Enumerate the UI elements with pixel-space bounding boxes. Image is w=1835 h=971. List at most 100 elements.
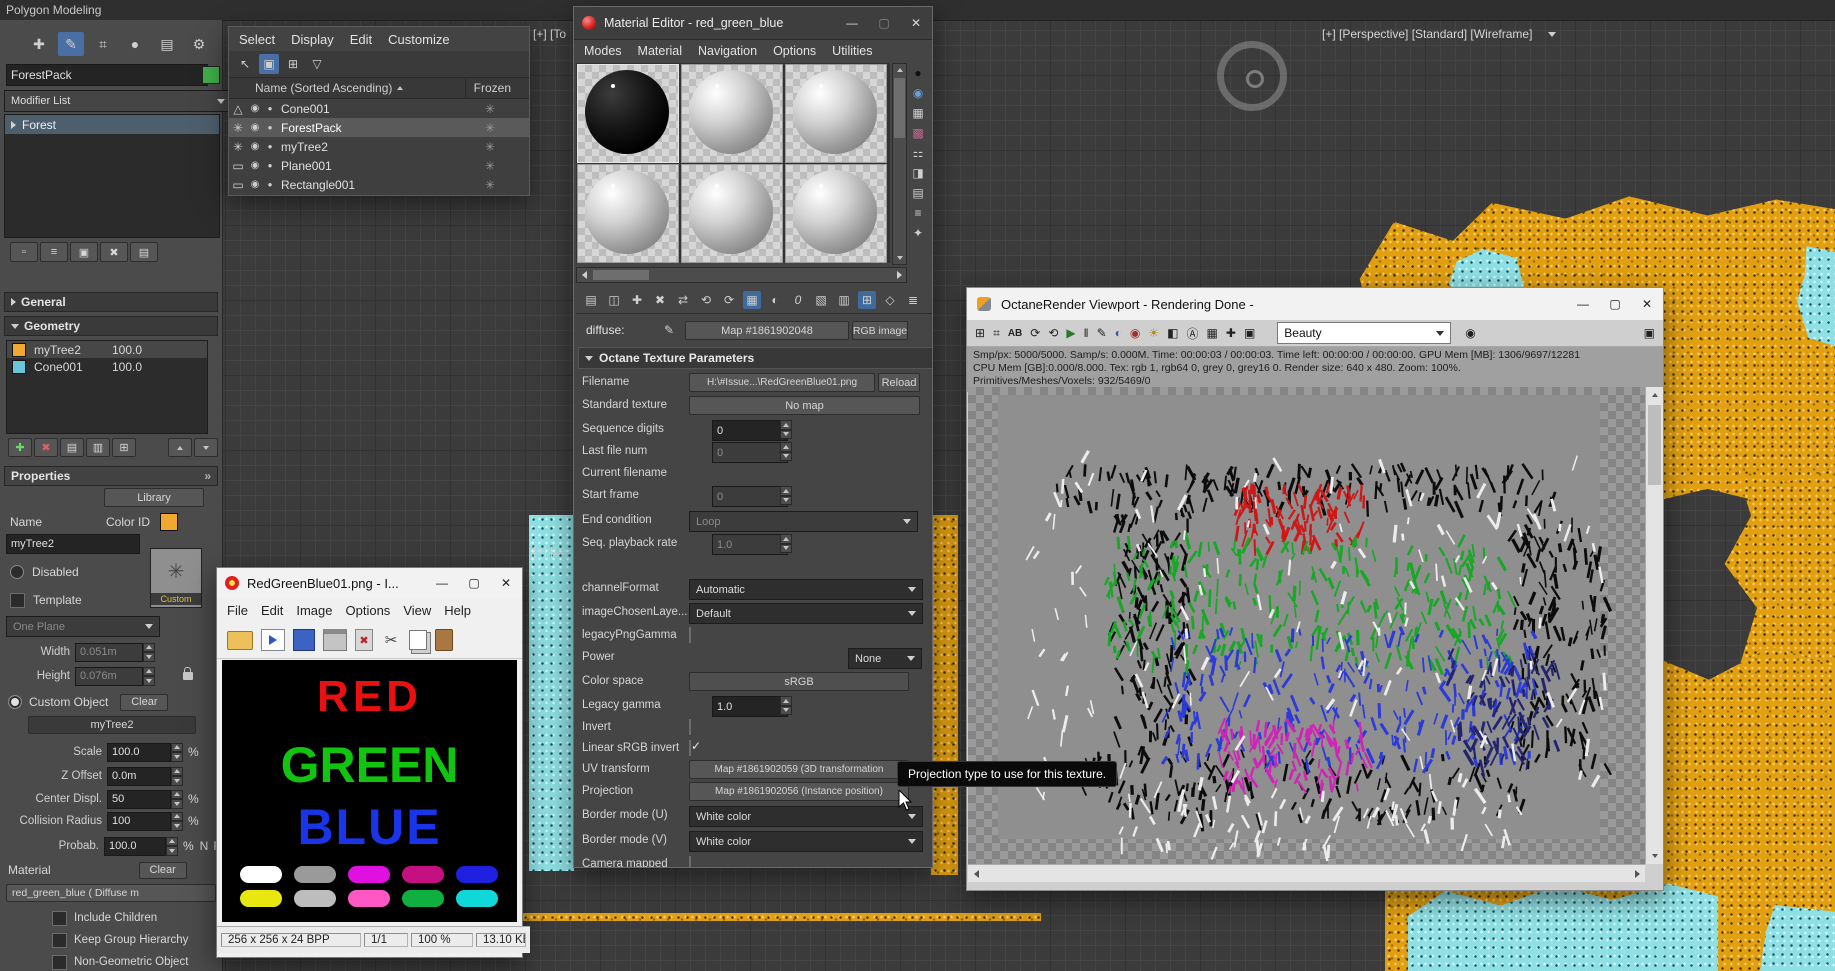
cut-icon[interactable]: ✂ bbox=[381, 630, 401, 650]
channel-format-dropdown[interactable]: Automatic bbox=[689, 579, 923, 600]
visibility-icon[interactable]: ◉ bbox=[247, 103, 263, 114]
menu-navigation[interactable]: Navigation bbox=[698, 44, 757, 58]
modify-tab-icon[interactable]: ✎ bbox=[58, 32, 84, 56]
maximize-button[interactable]: ▢ bbox=[868, 7, 900, 39]
scroll-left-icon[interactable] bbox=[577, 271, 591, 279]
table-row[interactable]: △ ◉ ● Cone001 ✳ bbox=[229, 99, 529, 118]
list-item[interactable]: Cone001 100.0 bbox=[7, 358, 207, 375]
annotation-icon[interactable]: Ⓐ bbox=[1187, 325, 1199, 342]
scale-field[interactable]: 100.0 bbox=[107, 742, 171, 762]
material-slot-3[interactable] bbox=[785, 64, 887, 163]
filename-button[interactable]: H:\#Issue...\RedGreenBlue01.png bbox=[689, 373, 875, 392]
modifier-stack[interactable]: Forest bbox=[4, 114, 220, 238]
menu-help[interactable]: Help bbox=[444, 603, 471, 618]
keep-group-checkbox[interactable] bbox=[52, 932, 67, 948]
scroll-thumb[interactable] bbox=[593, 270, 649, 280]
pick-material-icon[interactable]: ⊞ bbox=[858, 291, 876, 309]
material-id-icon[interactable]: ⟳ bbox=[720, 291, 738, 309]
render-icon[interactable]: ● bbox=[263, 161, 277, 170]
stack-tool-pin-button[interactable]: ▫ bbox=[10, 242, 38, 262]
geometry-rollout-header[interactable]: Geometry bbox=[4, 316, 218, 336]
seq-playback-spinner[interactable] bbox=[780, 534, 792, 553]
object-color-swatch[interactable] bbox=[202, 66, 220, 84]
add-item-button[interactable]: ✚ bbox=[8, 438, 32, 457]
render-vertical-scrollbar[interactable] bbox=[1645, 387, 1663, 864]
legacy-gamma-field[interactable]: 1.0 bbox=[712, 696, 788, 717]
lock-icon[interactable] bbox=[183, 667, 193, 680]
show-map-viewport-icon[interactable]: ▦ bbox=[743, 291, 761, 309]
material-slot-2[interactable] bbox=[681, 64, 783, 163]
ab-compare-icon[interactable]: AB bbox=[1008, 328, 1022, 339]
paste-icon[interactable] bbox=[435, 629, 453, 651]
end-condition-dropdown[interactable]: Loop bbox=[689, 511, 918, 532]
crop-icon[interactable]: ◧ bbox=[1167, 326, 1178, 340]
filter-icon[interactable]: ▽ bbox=[307, 54, 327, 74]
plane-mode-dropdown[interactable]: One Plane bbox=[6, 616, 160, 637]
height-spinner[interactable] bbox=[143, 666, 155, 686]
select-arrow-icon[interactable]: ↖ bbox=[235, 54, 255, 74]
lock-icon[interactable]: ⊞ bbox=[283, 54, 303, 74]
table-row[interactable]: ✳ ◉ ● ForestPack ✳ bbox=[229, 118, 529, 137]
options-icon[interactable]: ◨ bbox=[908, 163, 928, 183]
viewport-label-top[interactable]: [+] [To bbox=[533, 27, 571, 41]
frozen-icon[interactable]: ✳ bbox=[485, 178, 495, 192]
stack-tool-unique-button[interactable]: ▣ bbox=[70, 242, 98, 262]
border-mode-u-dropdown[interactable]: White color bbox=[689, 806, 923, 827]
menu-image[interactable]: Image bbox=[296, 603, 332, 618]
copy-icon[interactable] bbox=[409, 630, 427, 650]
hierarchy-tab-icon[interactable]: ⌗ bbox=[90, 32, 116, 56]
table-row[interactable]: ✳ ◉ ● myTree2 ✳ bbox=[229, 137, 529, 156]
video-check-icon[interactable]: ⚏ bbox=[908, 143, 928, 163]
material-slot-6[interactable] bbox=[785, 164, 887, 263]
render-icon[interactable]: ● bbox=[263, 123, 277, 132]
seq-playback-field[interactable]: 1.0 bbox=[712, 534, 788, 555]
name-column-header[interactable]: Name (Sorted Ascending) bbox=[255, 81, 392, 95]
frozen-icon[interactable]: ✳ bbox=[485, 121, 495, 135]
delete-item-button[interactable]: ✖ bbox=[34, 438, 58, 457]
scroll-down-icon[interactable] bbox=[1646, 848, 1663, 864]
probab-n-toggle[interactable]: N bbox=[200, 839, 209, 853]
legacy-gamma-spinner[interactable] bbox=[780, 696, 792, 715]
disabled-radio[interactable] bbox=[10, 565, 24, 579]
tree-name-field[interactable]: myTree2 bbox=[6, 534, 140, 554]
maximize-button[interactable]: ▢ bbox=[1599, 288, 1631, 320]
material-clear-button[interactable]: Clear bbox=[138, 861, 187, 879]
list-tool-3-button[interactable]: ▤ bbox=[60, 438, 84, 457]
standard-texture-button[interactable]: No map bbox=[689, 396, 920, 415]
frozen-icon[interactable]: ✳ bbox=[485, 102, 495, 116]
probability-field[interactable]: 100.0 bbox=[103, 836, 167, 856]
material-picker-button[interactable]: red_green_blue ( Diffuse m bbox=[6, 884, 216, 902]
frozen-icon[interactable]: ✳ bbox=[485, 159, 495, 173]
start-frame-spinner[interactable] bbox=[780, 486, 792, 505]
create-tab-icon[interactable]: ✚ bbox=[26, 32, 52, 56]
scale-spinner[interactable] bbox=[171, 742, 183, 762]
sun-icon[interactable]: ☀ bbox=[1148, 326, 1159, 340]
z-offset-field[interactable]: 0.0m bbox=[107, 766, 171, 786]
collision-radius-field[interactable]: 100 bbox=[107, 811, 171, 831]
pixel-grid-icon[interactable]: ⌗ bbox=[993, 326, 1000, 341]
color-id-swatch[interactable] bbox=[160, 513, 179, 531]
menu-display[interactable]: Display bbox=[291, 32, 334, 47]
material-slot-5[interactable] bbox=[681, 164, 783, 263]
menu-edit[interactable]: Edit bbox=[261, 603, 283, 618]
library-button[interactable]: Library bbox=[104, 488, 204, 507]
render-view[interactable] bbox=[968, 387, 1645, 864]
scroll-up-icon[interactable] bbox=[893, 64, 906, 76]
show-end-result-icon[interactable]: ◐ bbox=[766, 291, 784, 309]
viewport-label-dropdown-icon[interactable] bbox=[1548, 32, 1556, 37]
motion-tab-icon[interactable]: ● bbox=[122, 32, 148, 56]
legacy-png-gamma-checkbox[interactable] bbox=[689, 627, 691, 643]
minimize-button[interactable]: — bbox=[1567, 288, 1599, 320]
stack-tool-remove-button[interactable]: ✖ bbox=[100, 242, 128, 262]
render-pass-dropdown[interactable]: Beauty bbox=[1277, 322, 1452, 344]
center-displ-field[interactable]: 50 bbox=[107, 789, 171, 809]
non-geometric-checkbox[interactable] bbox=[52, 954, 67, 970]
list-item[interactable]: myTree2 100.0 bbox=[7, 341, 207, 358]
display-tab-icon[interactable]: ▤ bbox=[154, 32, 180, 56]
table-row[interactable]: ▭ ◉ ● Plane001 ✳ bbox=[229, 156, 529, 175]
menu-view[interactable]: View bbox=[403, 603, 431, 618]
menu-options[interactable]: Options bbox=[773, 44, 816, 58]
standard-map-icon[interactable]: 0 bbox=[789, 291, 807, 309]
z-offset-spinner[interactable] bbox=[171, 766, 183, 786]
go-sibling-icon[interactable]: ▥ bbox=[835, 291, 853, 309]
